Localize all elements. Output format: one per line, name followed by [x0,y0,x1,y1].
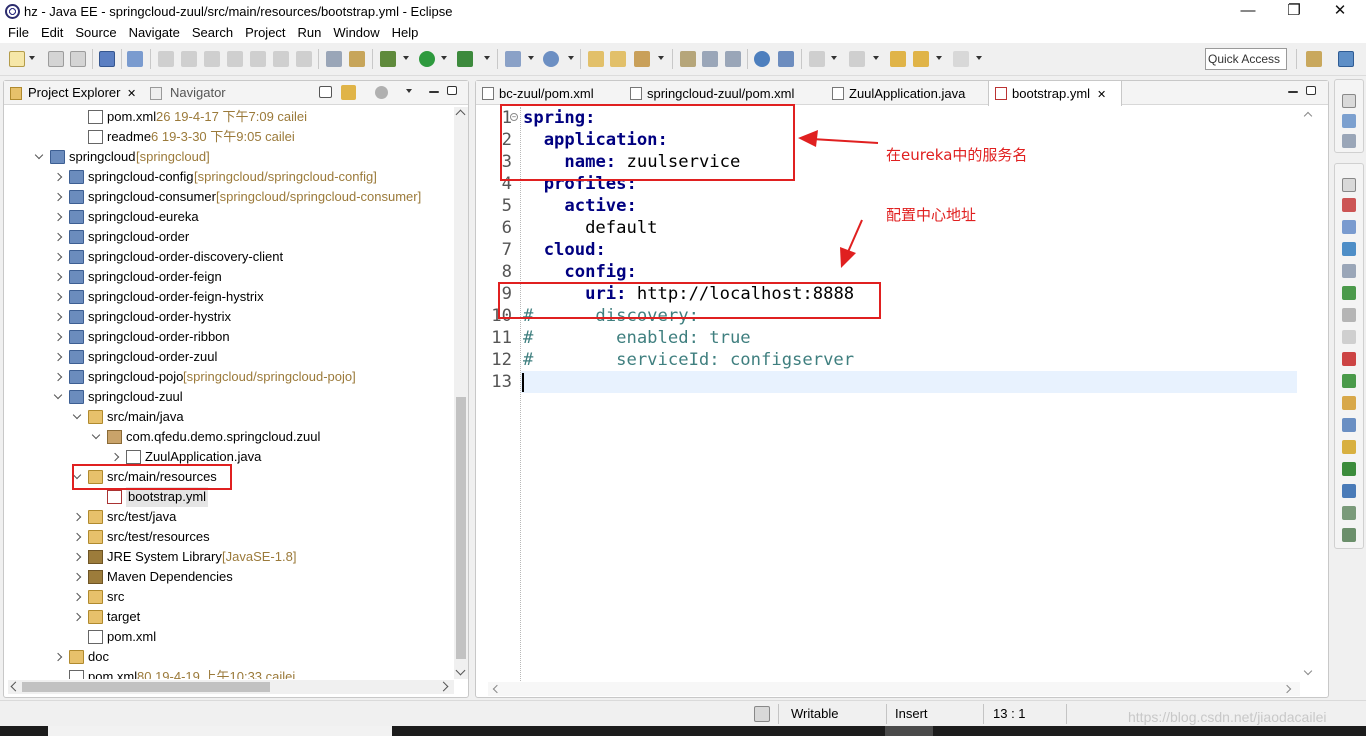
status-separator [1066,704,1067,724]
arrow-head-config [840,247,856,268]
annotation-config-center: 配置中心地址 [886,206,977,224]
status-writable: Writable [791,706,839,721]
status-trim-icon[interactable] [754,706,770,722]
watermark: https://blog.csdn.net/jiaodacailei [1128,709,1327,725]
taskbar-search-box[interactable] [48,726,392,736]
status-insert-mode: Insert [895,706,928,721]
status-separator [983,704,984,724]
taskbar-active-app[interactable] [885,726,933,736]
arrow-head-service [798,130,818,147]
selected-file-highlight-box [72,464,232,490]
status-cursor-position: 13 : 1 [993,706,1026,721]
arrow-line-config [847,219,863,253]
arrow-line-service [811,138,879,144]
status-separator [886,704,887,724]
annotation-service-name: 在eureka中的服务名 [886,146,1028,164]
annotation-arrows [798,130,879,268]
status-separator [778,704,779,724]
os-taskbar [0,726,1366,736]
